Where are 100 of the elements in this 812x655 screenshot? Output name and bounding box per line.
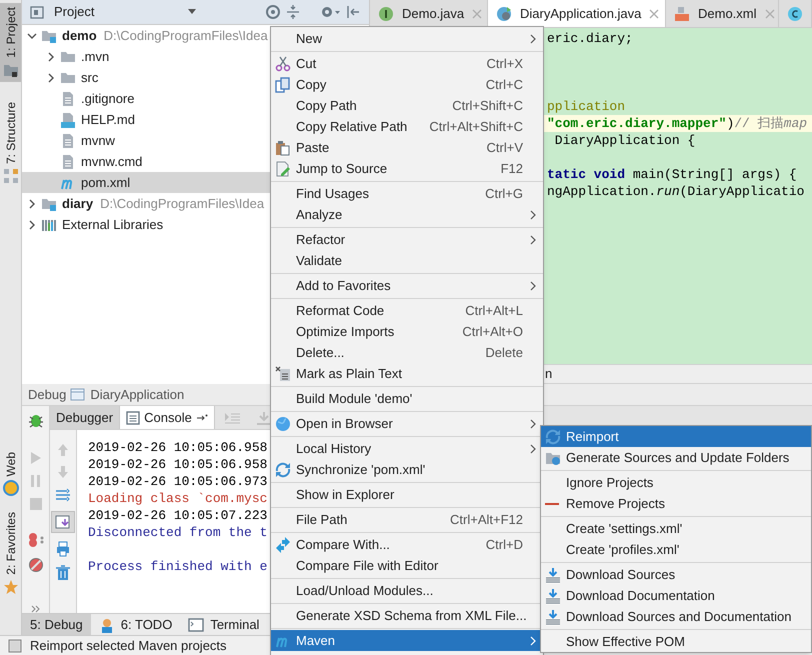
run-configuration-label: DiaryApplication	[90, 386, 184, 404]
breakpoints-icon[interactable]	[26, 532, 44, 548]
tree-item[interactable]: demo D:\CodingProgramFiles\Idea	[26, 25, 269, 46]
tree-item[interactable]: mvnw	[45, 130, 116, 151]
menu-item[interactable]: Create 'profiles.xml'	[541, 539, 811, 560]
tree-item[interactable]: .gitignore	[45, 88, 136, 109]
menu-item[interactable]: Load/Unload Modules...	[271, 580, 543, 601]
menu-item[interactable]: Reimport	[541, 426, 811, 447]
class-icon	[787, 6, 803, 22]
wrap-icon[interactable]	[55, 487, 71, 503]
target-icon[interactable]	[265, 4, 281, 20]
console-line: 2019-02-26 10:05:06.973	[88, 473, 268, 490]
editor-tab[interactable]	[779, 0, 812, 27]
window-icon	[70, 388, 86, 402]
tool-window-tab[interactable]: 6: TODO	[90, 614, 180, 635]
menu-item[interactable]: Remove Projects	[541, 493, 811, 514]
bug-icon[interactable]	[28, 412, 44, 428]
console-line: Disconnected from the t	[88, 524, 268, 541]
menu-item[interactable]: Refactor	[271, 229, 543, 250]
editor-tab[interactable]: DiaryApplication.java	[488, 0, 666, 27]
mute-breakpoints-icon[interactable]	[28, 557, 44, 574]
menu-item[interactable]: Download Sources	[541, 564, 811, 585]
scroll-to-end-icon	[55, 514, 71, 530]
menu-item[interactable]: New	[271, 28, 543, 49]
print-icon[interactable]	[55, 541, 71, 557]
panel-icon	[30, 4, 46, 20]
tool-window-button[interactable]: 2: Favorites	[0, 508, 21, 599]
menu-item[interactable]: Copy Path Ctrl+Shift+C	[271, 95, 543, 116]
scroll-end-icon[interactable]	[254, 410, 273, 426]
code-line: pplication	[547, 99, 626, 114]
menu-item[interactable]: Open in Browser	[271, 413, 543, 434]
tree-item[interactable]: External Libraries	[26, 214, 164, 235]
scroll-to-end-button[interactable]	[51, 511, 75, 533]
console-line: Process finished with e	[88, 558, 268, 575]
panel-title: Project	[54, 3, 94, 22]
editor-tab[interactable]: Demo.xml	[666, 0, 779, 27]
tree-item[interactable]: .mvn	[45, 46, 110, 67]
menu-item[interactable]: Delete... Delete	[271, 342, 543, 363]
menu-item[interactable]: Copy Relative Path Ctrl+Alt+Shift+C	[271, 116, 543, 137]
menu-item[interactable]: Show in Explorer	[271, 484, 543, 505]
pin-left-icon[interactable]	[345, 4, 361, 20]
code-line: "com.eric.diary.mapper")// 扫描map	[547, 116, 808, 131]
menu-item[interactable]: Optimize Imports Ctrl+Alt+O	[271, 321, 543, 342]
menu-item[interactable]: Generate XSD Schema from XML File...	[271, 605, 543, 626]
console-line: 2019-02-26 10:05:07.223	[88, 507, 268, 524]
tool-window-tab[interactable]: 5: Debug	[22, 614, 91, 635]
menu-item[interactable]: Cut Ctrl+X	[271, 53, 543, 74]
star-icon	[2, 579, 18, 595]
menu-item[interactable]: Find Usages Ctrl+G	[271, 183, 543, 204]
menu-item[interactable]: Local History	[271, 438, 543, 459]
tree-item[interactable]: src	[45, 67, 100, 88]
code-line: DiaryApplication {	[554, 133, 696, 148]
collapse-icon[interactable]	[285, 4, 301, 20]
menu-item[interactable]: Show Effective POM	[541, 631, 811, 652]
menu-item[interactable]: Download Sources and Documentation	[541, 606, 811, 627]
panel-toggle-icon[interactable]	[8, 638, 22, 652]
menu-item[interactable]: Synchronize 'pom.xml'	[271, 459, 543, 480]
gear-icon[interactable]	[319, 4, 341, 20]
trash-icon[interactable]	[55, 565, 71, 581]
menu-item[interactable]: Jump to Source F12	[271, 158, 543, 179]
structure-icon	[2, 168, 18, 184]
sync-icon	[545, 428, 561, 444]
console-icon	[126, 410, 140, 424]
menu-item[interactable]: Download Documentation	[541, 585, 811, 606]
more-icon[interactable]	[30, 605, 40, 613]
dropdown-icon[interactable]	[187, 8, 197, 16]
tool-window-button[interactable]: 1: Project	[0, 3, 21, 82]
menu-item[interactable]: File Path Ctrl+Alt+F12	[271, 509, 543, 530]
menu-item[interactable]: Copy Ctrl+C	[271, 74, 543, 95]
editor-tab[interactable]: Demo.java	[370, 0, 488, 27]
edit-document-icon	[275, 160, 291, 176]
tool-window-button[interactable]: Web	[0, 448, 21, 500]
panel-tab[interactable]: Debugger	[50, 406, 120, 429]
menu-item[interactable]: Paste Ctrl+V	[271, 137, 543, 158]
menu-item[interactable]: Build Module 'demo'	[271, 388, 543, 409]
menu-item[interactable]: Analyze	[271, 204, 543, 225]
tree-item[interactable]: HELP.md	[45, 109, 136, 130]
menu-item[interactable]: Create 'settings.xml'	[541, 518, 811, 539]
menu-item[interactable]: Add to Favorites	[271, 275, 543, 296]
tool-window-tab[interactable]: Terminal	[180, 614, 268, 635]
panel-tab[interactable]: Console	[120, 406, 215, 429]
menu-item[interactable]: Validate	[271, 250, 543, 271]
menu-item[interactable]: Compare With... Ctrl+D	[271, 534, 543, 555]
breadcrumb[interactable]: n	[545, 364, 552, 384]
interface-icon	[378, 6, 394, 22]
tree-item[interactable]: diary D:\CodingProgramFiles\Idea	[26, 193, 266, 214]
menu-item[interactable]: Generate Sources and Update Folders	[541, 447, 811, 468]
scissors-icon	[275, 56, 291, 72]
menu-item[interactable]: Mark as Plain Text	[271, 363, 543, 384]
console-line: Loading class `com.mysc	[88, 490, 268, 507]
pin-icon[interactable]	[196, 412, 208, 422]
console-line: 2019-02-26 10:05:06.958	[88, 456, 268, 473]
tool-window-button[interactable]: 7: Structure	[0, 98, 21, 188]
menu-item[interactable]: Reformat Code Ctrl+Alt+L	[271, 300, 543, 321]
menu-item[interactable]: Compare File with Editor	[271, 555, 543, 576]
menu-item[interactable]: Maven	[271, 630, 543, 651]
tree-item[interactable]: mvnw.cmd	[45, 151, 144, 172]
close-icon[interactable]	[649, 8, 660, 18]
menu-item[interactable]: Ignore Projects	[541, 472, 811, 493]
download-icon	[545, 588, 561, 604]
